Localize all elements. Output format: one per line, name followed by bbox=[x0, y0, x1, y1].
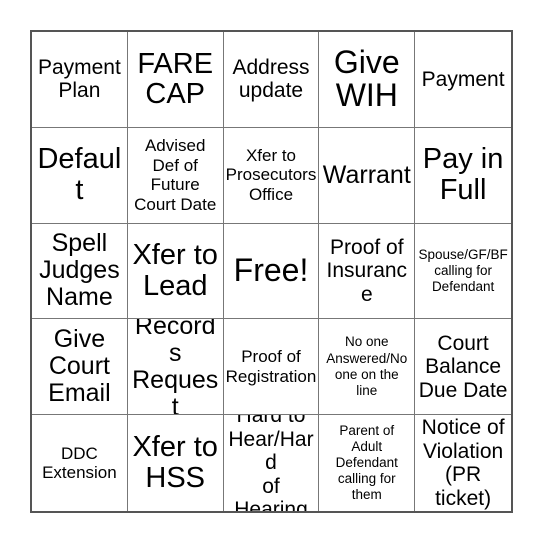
bingo-cell[interactable]: Give WIH bbox=[319, 32, 416, 128]
bingo-cell[interactable]: Payment bbox=[415, 32, 511, 128]
bingo-cell[interactable]: Hard to Hear/Hard of Hearing bbox=[223, 415, 320, 511]
bingo-cell-label: Give WIH bbox=[333, 44, 400, 114]
bingo-cell-label: Free! bbox=[233, 252, 309, 289]
bingo-cell-label: Give Court Email bbox=[48, 325, 111, 408]
bingo-cell[interactable]: Xfer to Lead bbox=[127, 223, 224, 320]
bingo-cell[interactable]: Proof of Insurance bbox=[319, 223, 416, 320]
bingo-cell-label: Hard to Hear/Hard of Hearing bbox=[228, 415, 314, 511]
bingo-cell[interactable]: DDC Extension bbox=[32, 415, 128, 511]
bingo-cell[interactable]: Court Balance Due Date bbox=[415, 319, 511, 416]
bingo-cell[interactable]: No one Answered/No one on the line bbox=[319, 319, 416, 416]
bingo-cell[interactable]: Address update bbox=[223, 32, 320, 128]
bingo-cell-label: Payment bbox=[421, 67, 505, 91]
bingo-cell[interactable]: Warrant bbox=[319, 127, 416, 224]
bingo-cell[interactable]: Advised Def of Future Court Date bbox=[127, 127, 224, 224]
bingo-cell[interactable]: Proof of Registration bbox=[223, 319, 320, 416]
bingo-cell[interactable]: Records Request bbox=[127, 319, 224, 416]
bingo-cell-label: Court Balance Due Date bbox=[418, 331, 508, 402]
bingo-cell-label: Proof of Registration bbox=[225, 347, 317, 386]
bingo-cell-label: Xfer to HSS bbox=[132, 431, 218, 495]
bingo-cell[interactable]: Xfer to Prosecutors Office bbox=[223, 127, 320, 224]
bingo-cell[interactable]: Xfer to HSS bbox=[127, 415, 224, 511]
bingo-cell[interactable]: Give Court Email bbox=[32, 319, 128, 416]
bingo-cell-label: FARE CAP bbox=[137, 47, 214, 111]
bingo-cell[interactable]: Spouse/GF/BF calling for Defendant bbox=[415, 223, 511, 320]
bingo-cell-label: Xfer to Prosecutors Office bbox=[225, 145, 317, 204]
bingo-cell[interactable]: Pay in Full bbox=[415, 127, 511, 224]
bingo-cell-free-space[interactable]: Free! bbox=[223, 223, 320, 320]
bingo-cell[interactable]: Payment Plan bbox=[32, 32, 128, 128]
bingo-cell-label: Pay in Full bbox=[422, 143, 504, 207]
bingo-card-grid: Payment Plan FARE CAP Address update Give W… bbox=[30, 30, 513, 513]
bingo-cell-label: No one Answered/No one on the line bbox=[326, 334, 408, 398]
bingo-cell-label: Payment Plan bbox=[37, 55, 121, 103]
bingo-cell[interactable]: Notice of Violation (PR ticket) bbox=[415, 415, 511, 511]
bingo-cell-label: Warrant bbox=[322, 160, 411, 189]
bingo-cell-label: Address update bbox=[232, 55, 310, 103]
bingo-cell-label: DDC Extension bbox=[42, 443, 117, 483]
bingo-cell-label: Spouse/GF/BF calling for Defendant bbox=[418, 246, 508, 295]
bingo-cell-label: Records Request bbox=[132, 319, 219, 416]
bingo-cell-label: Xfer to Lead bbox=[132, 239, 218, 302]
bingo-cell-label: Notice of Violation (PR ticket) bbox=[421, 416, 505, 510]
bingo-cell-label: Advised Def of Future Court Date bbox=[134, 136, 217, 214]
bingo-cell-label: Default bbox=[37, 143, 122, 207]
bingo-cell[interactable]: Parent of Adult Defendant calling for th… bbox=[319, 415, 416, 511]
bingo-cell[interactable]: Spell Judges Name bbox=[32, 223, 128, 320]
bingo-cell-label: Parent of Adult Defendant calling for th… bbox=[335, 422, 398, 503]
bingo-cell[interactable]: Default bbox=[32, 127, 128, 224]
bingo-cell[interactable]: FARE CAP bbox=[127, 32, 224, 128]
bingo-cell-label: Spell Judges Name bbox=[39, 229, 120, 312]
bingo-cell-label: Proof of Insurance bbox=[326, 235, 408, 306]
